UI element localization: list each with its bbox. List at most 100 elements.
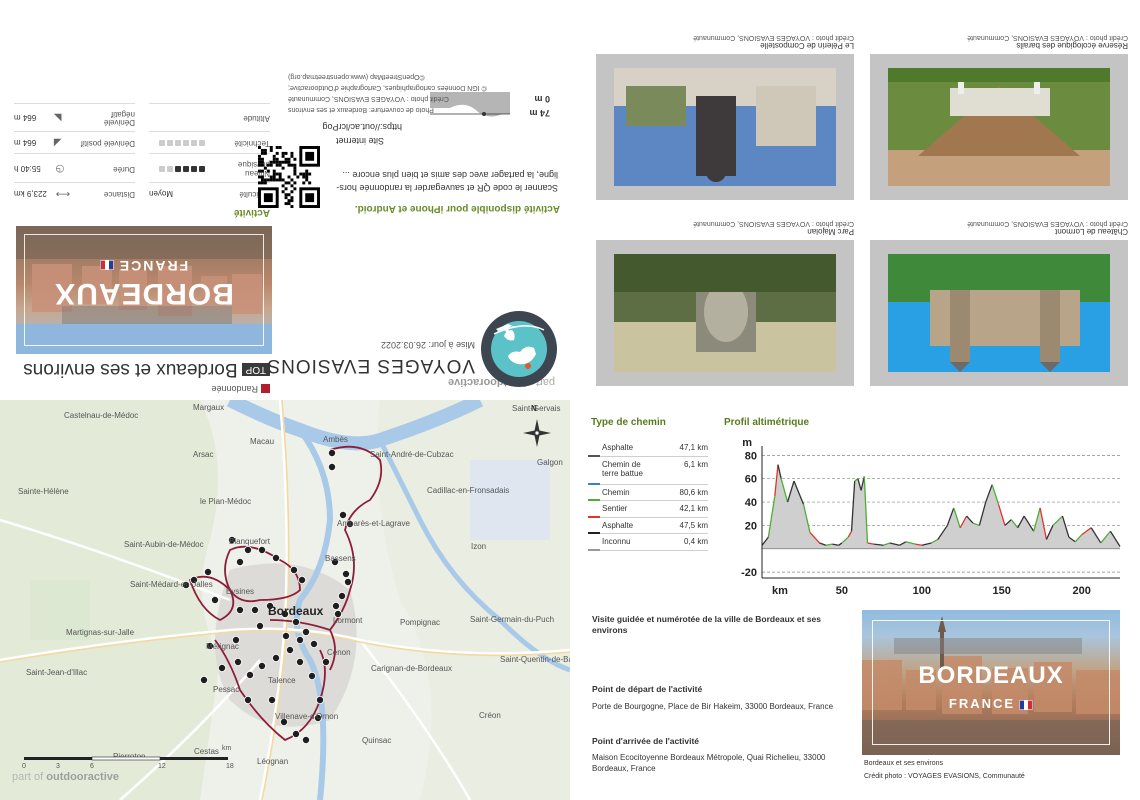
poi-marker[interactable] xyxy=(297,575,306,584)
level-dots xyxy=(158,163,206,174)
map-place-label: Castelnau-de-Médoc xyxy=(64,411,139,420)
globe-plane-icon xyxy=(481,311,557,387)
poi-marker[interactable] xyxy=(327,449,336,458)
app-heading: Activité disponible pour iPhone et Andro… xyxy=(354,203,560,214)
credit-line: Crédit photo : VOYAGES EVASIONS, Communa… xyxy=(288,95,449,103)
level-dot xyxy=(159,140,166,147)
credit-line: © IGN Données cartographiques, Cartograp… xyxy=(288,84,487,92)
photo-card-1[interactable] xyxy=(870,240,1128,386)
poi-marker[interactable] xyxy=(243,545,252,554)
company-block: VOYAGES EVASIONS Mise à jour: 26.03.2022 xyxy=(266,340,475,376)
profile-x-tick: 150 xyxy=(993,585,1011,597)
poi-marker[interactable] xyxy=(341,569,350,578)
company-name: VOYAGES EVASIONS xyxy=(266,355,475,376)
level-dot xyxy=(191,140,198,147)
category-text: Randonnée xyxy=(211,384,258,394)
stats-grid: Difficulté Moyen Distance ⟷ 223,9 km Niveau p… xyxy=(14,102,270,204)
stat-row: Difficulté Moyen xyxy=(149,182,270,204)
scale-tick: 18 xyxy=(226,763,234,770)
level-dot xyxy=(183,165,190,172)
photo-card-2[interactable] xyxy=(596,240,854,386)
profile-x-tick: 50 xyxy=(836,585,848,597)
level-dot xyxy=(199,140,206,147)
tour-description: Visite guidée et numérotée de la ville d… xyxy=(592,614,821,636)
map-place-label: Martignas-sur-Jalle xyxy=(66,628,135,637)
poi-marker[interactable] xyxy=(289,565,298,574)
poi-marker[interactable] xyxy=(307,671,316,680)
map-place-label: Créon xyxy=(479,711,501,720)
poi-marker[interactable] xyxy=(343,577,352,586)
poi-marker[interactable] xyxy=(301,627,310,636)
poi-marker[interactable] xyxy=(295,635,304,644)
surface-distance: 0,4 km xyxy=(683,537,708,547)
poi-marker[interactable] xyxy=(250,605,259,614)
surface-swatch xyxy=(588,548,600,551)
poi-marker[interactable] xyxy=(245,670,254,679)
map-place-label: Pompignac xyxy=(400,618,441,627)
poi-marker[interactable] xyxy=(331,601,340,610)
map-place-label: Saint-Jean-d'Illac xyxy=(26,668,88,677)
poi-marker[interactable] xyxy=(257,661,266,670)
poi-marker[interactable] xyxy=(235,557,244,566)
clock-icon: ◷ xyxy=(55,162,65,174)
poi-marker[interactable] xyxy=(338,511,347,520)
garden-photo-icon xyxy=(888,68,1110,186)
france-flag-icon xyxy=(99,259,114,270)
poi-marker[interactable] xyxy=(285,645,294,654)
castle-photo-icon xyxy=(888,254,1110,372)
poi-marker[interactable] xyxy=(243,695,252,704)
image-subtitle-text: FRANCE xyxy=(948,696,1016,711)
profile-y-tick: -20 xyxy=(741,567,757,579)
profile-heading: Profil altimétrique xyxy=(724,417,810,428)
route-map[interactable]: Margaux Castelnau-de-Médoc Saint-Gervais Ma… xyxy=(0,400,570,800)
poi-marker[interactable] xyxy=(210,595,219,604)
poi-marker[interactable] xyxy=(291,617,300,626)
category-label: Randonnée xyxy=(211,383,270,394)
map-place-label: Cadillac-en-Fronsadais xyxy=(427,486,510,495)
poi-marker[interactable] xyxy=(257,545,266,554)
poi-marker[interactable] xyxy=(271,553,280,562)
poi-marker[interactable] xyxy=(255,621,264,630)
park-photo-icon xyxy=(614,254,836,372)
poi-marker[interactable] xyxy=(321,657,330,666)
scale-tick: 6 xyxy=(90,763,94,770)
app-text: Scanner le code QR et sauvegarder la ran… xyxy=(336,170,558,193)
map-place-label: Cenon xyxy=(327,648,351,657)
photo-card-3[interactable] xyxy=(870,54,1128,200)
poi-marker[interactable] xyxy=(271,653,280,662)
end-address: Maison Ecocitoyenne Bordeaux Métropole, … xyxy=(592,753,826,774)
map-place-label: le Pian-Médoc xyxy=(200,497,252,506)
poi-marker[interactable] xyxy=(199,675,208,684)
poi-marker[interactable] xyxy=(309,639,318,648)
map-place-label: Léognan xyxy=(257,757,289,766)
poi-marker[interactable] xyxy=(281,631,290,640)
photo-card-4[interactable] xyxy=(596,54,854,200)
surface-name: Asphalte xyxy=(602,520,634,530)
branding-prefix: part of xyxy=(12,771,44,783)
surface-distance: 6,1 km xyxy=(683,459,708,469)
qr-code-icon[interactable] xyxy=(258,146,320,208)
poi-marker[interactable] xyxy=(217,663,226,672)
poi-marker[interactable] xyxy=(291,729,300,738)
map-place-label: Lormont xyxy=(333,616,363,625)
poi-marker[interactable] xyxy=(233,657,242,666)
map-place-label: Saint-Quentin-de-Baron xyxy=(500,655,570,664)
poi-marker[interactable] xyxy=(301,735,310,744)
profile-plot-area xyxy=(762,446,1120,578)
activity-heading: Activité xyxy=(233,207,270,218)
poi-marker[interactable] xyxy=(203,567,212,576)
web-url-link[interactable]: https://out.ac/lcrPog xyxy=(322,122,402,132)
map-canvas[interactable] xyxy=(0,400,570,800)
map-place-label: Sainte-Hélène xyxy=(18,487,69,496)
map-place-label: Galgon xyxy=(537,458,563,467)
poi-marker[interactable] xyxy=(315,695,324,704)
map-place-label: Blanquefort xyxy=(229,537,270,546)
poi-marker[interactable] xyxy=(235,605,244,614)
cover-credits: Photo de couverture: Bordeaux et ses env… xyxy=(288,71,558,114)
poi-marker[interactable] xyxy=(267,695,276,704)
poi-marker[interactable] xyxy=(337,591,346,600)
poi-marker[interactable] xyxy=(295,657,304,666)
tour-title: TOPBordeaux et ses environs xyxy=(23,358,270,380)
poi-marker[interactable] xyxy=(327,463,336,472)
level-dot xyxy=(191,165,198,172)
